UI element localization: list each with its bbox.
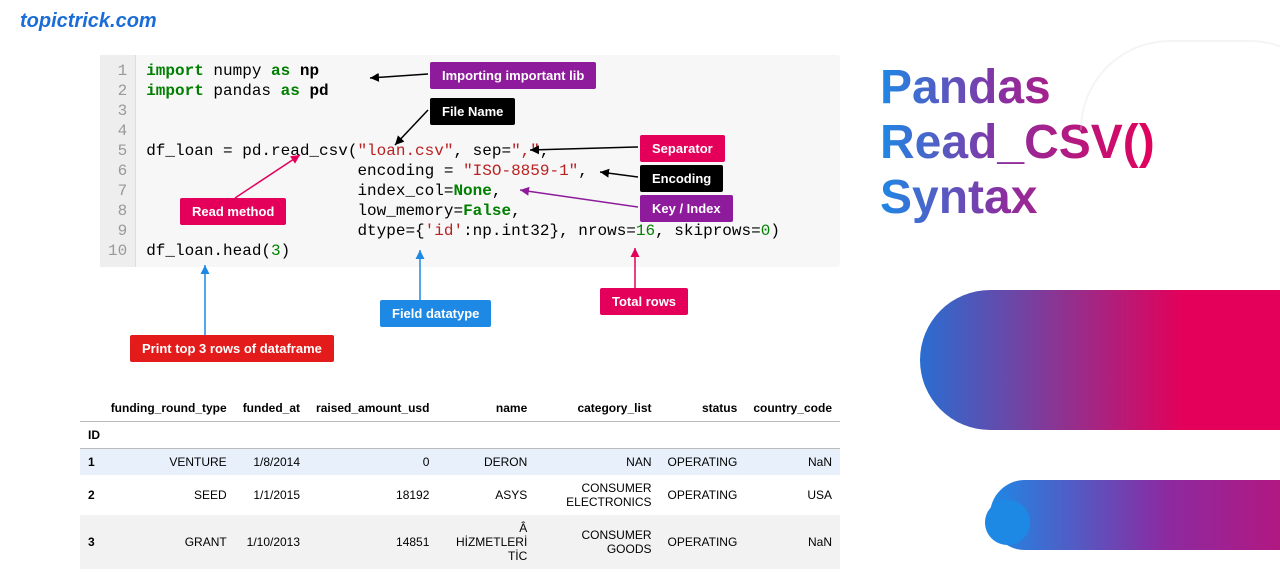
label-import-lib: Importing important lib (430, 62, 596, 89)
label-total-rows: Total rows (600, 288, 688, 315)
col-header: category_list (535, 395, 659, 422)
line-number: 7 (108, 181, 127, 201)
code-token: 0 (761, 222, 771, 240)
code-token: pandas (213, 82, 271, 100)
site-title: topictrick.com (20, 10, 157, 33)
col-header: name (437, 395, 535, 422)
line-number: 9 (108, 221, 127, 241)
code-token: import (146, 62, 204, 80)
label-read-method: Read method (180, 198, 286, 225)
row-id: 1 (80, 449, 103, 476)
line-number: 10 (108, 241, 127, 261)
code-token: ) (770, 222, 780, 240)
code-token: 16 (636, 222, 655, 240)
code-token: , (492, 182, 502, 200)
table-index-row: ID (80, 422, 840, 449)
decoration-circle (985, 500, 1030, 545)
cell: 18192 (308, 475, 437, 515)
code-token: "," (511, 142, 540, 160)
col-header: funding_round_type (103, 395, 235, 422)
decoration-pill-large (920, 290, 1280, 430)
code-token: pd (309, 82, 328, 100)
code-token: , skiprows= (655, 222, 761, 240)
label-encoding: Encoding (640, 165, 723, 192)
line-number: 3 (108, 101, 127, 121)
table-row: 3 GRANT 1/10/2013 14851 Â HİZMETLERİ TİC… (80, 515, 840, 569)
index-header: ID (80, 422, 840, 449)
line-number: 5 (108, 141, 127, 161)
col-header: funded_at (235, 395, 308, 422)
line-number: 6 (108, 161, 127, 181)
code-token: , sep= (453, 142, 511, 160)
label-field-datatype: Field datatype (380, 300, 491, 327)
line-number: 8 (108, 201, 127, 221)
cell: CONSUMER ELECTRONICS (535, 475, 659, 515)
label-key-index: Key / Index (640, 195, 733, 222)
label-file-name: File Name (430, 98, 515, 125)
code-token: as (271, 62, 290, 80)
cell: NaN (745, 449, 840, 476)
cell: NAN (535, 449, 659, 476)
cell: CONSUMER GOODS (535, 515, 659, 569)
code-token: "loan.csv" (357, 142, 453, 160)
row-id: 2 (80, 475, 103, 515)
code-token: 3 (271, 242, 281, 260)
cell: GRANT (103, 515, 235, 569)
cell: DERON (437, 449, 535, 476)
cell: 1/8/2014 (235, 449, 308, 476)
cell: VENTURE (103, 449, 235, 476)
row-id: 3 (80, 515, 103, 569)
col-header: country_code (745, 395, 840, 422)
decoration-arc (1080, 40, 1280, 130)
code-token: None (453, 182, 491, 200)
table-row: 2 SEED 1/1/2015 18192 ASYS CONSUMER ELEC… (80, 475, 840, 515)
heading-line: Syntax (880, 170, 1155, 225)
line-number: 4 (108, 121, 127, 141)
table-header-row: funding_round_type funded_at raised_amou… (80, 395, 840, 422)
cell: 0 (308, 449, 437, 476)
cell: OPERATING (660, 449, 746, 476)
code-token: df_loan = pd.read_csv( (146, 142, 357, 160)
cell: Â HİZMETLERİ TİC (437, 515, 535, 569)
code-token: df_loan.head( (146, 242, 271, 260)
line-number: 2 (108, 81, 127, 101)
code-token: :np.int32}, nrows= (463, 222, 636, 240)
cell: SEED (103, 475, 235, 515)
cell: 1/10/2013 (235, 515, 308, 569)
code-token: as (281, 82, 300, 100)
code-token: encoding = (146, 162, 463, 180)
cell: OPERATING (660, 515, 746, 569)
code-token: "ISO-8859-1" (463, 162, 578, 180)
decoration-pill-small (990, 480, 1280, 550)
code-token: , (511, 202, 521, 220)
cell: 14851 (308, 515, 437, 569)
cell: OPERATING (660, 475, 746, 515)
code-token: 'id' (425, 222, 463, 240)
table-row: 1 VENTURE 1/8/2014 0 DERON NAN OPERATING… (80, 449, 840, 476)
cell: ASYS (437, 475, 535, 515)
code-token: , (578, 162, 588, 180)
label-print-top: Print top 3 rows of dataframe (130, 335, 334, 362)
label-separator: Separator (640, 135, 725, 162)
code-token: ) (281, 242, 291, 260)
line-number: 1 (108, 61, 127, 81)
line-gutter: 1 2 3 4 5 6 7 8 9 10 (100, 55, 136, 267)
code-token: numpy (213, 62, 261, 80)
cell: 1/1/2015 (235, 475, 308, 515)
dataframe-output: funding_round_type funded_at raised_amou… (80, 395, 840, 569)
code-token: import (146, 82, 204, 100)
cell: NaN (745, 515, 840, 569)
code-token: False (463, 202, 511, 220)
code-token: np (300, 62, 319, 80)
code-token: , (540, 142, 550, 160)
cell: USA (745, 475, 840, 515)
col-header: raised_amount_usd (308, 395, 437, 422)
col-header: status (660, 395, 746, 422)
data-table: funding_round_type funded_at raised_amou… (80, 395, 840, 569)
